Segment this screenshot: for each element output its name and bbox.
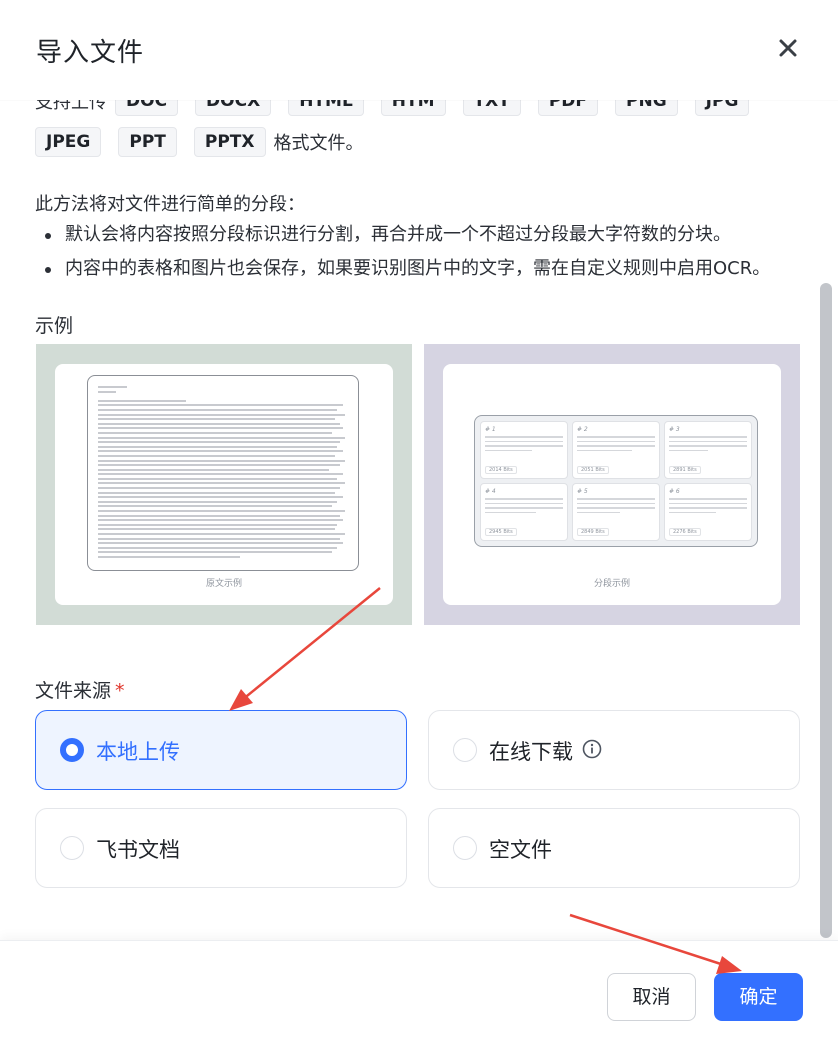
segment-number: # 4 (485, 488, 496, 495)
segment-size: 2276 Bits (669, 528, 701, 536)
dialog-header: 导入文件 (0, 0, 838, 100)
document-text-line (98, 505, 332, 508)
document-text-line (98, 386, 127, 388)
file-source-label: 文件来源 * (35, 676, 125, 703)
document-text-line (98, 390, 116, 393)
document-text-line (98, 441, 340, 444)
document-text-line (98, 519, 343, 522)
document-text-line (98, 514, 340, 517)
document-text-line (98, 422, 340, 425)
source-option-empty-file[interactable]: 空文件 (428, 808, 800, 888)
source-option-feishu-doc[interactable]: 飞书文档 (35, 808, 407, 888)
segment-example-caption: 分段示例 (593, 579, 630, 589)
source-option-label: 空文件 (489, 838, 552, 862)
document-text-line (98, 491, 335, 494)
document-text-line (98, 399, 186, 402)
document-text-line (98, 533, 346, 535)
original-example-card: 原文示例 (55, 364, 393, 605)
document-text-line (98, 510, 346, 513)
format-tag: PPT (118, 127, 177, 157)
document-text-line (98, 496, 343, 499)
document-text-line (98, 450, 343, 453)
document-text-line (98, 454, 335, 457)
document-text-line (98, 427, 343, 430)
segment-number: # 2 (577, 426, 588, 433)
document-text-line (98, 523, 338, 526)
segment-card: # 6 2276 Bits (664, 483, 752, 541)
segment-size: 2014 Bits (485, 466, 517, 474)
scrollbar[interactable] (820, 283, 832, 938)
source-option-online-download[interactable]: 在线下载 (428, 710, 800, 790)
source-option-local-upload[interactable]: 本地上传 (35, 710, 407, 790)
segment-number: # 3 (669, 426, 680, 433)
segment-card: # 5 2849 Bits (572, 483, 660, 541)
segment-number: # 5 (577, 488, 588, 495)
required-mark: * (115, 680, 125, 702)
document-text-line (98, 500, 338, 503)
document-text-line (98, 555, 240, 558)
document-text-line (98, 468, 330, 471)
segment-size: 2945 Bits (485, 528, 517, 536)
method-intro: 此方法将对文件进行简单的分段： (35, 194, 305, 215)
file-source-label-text: 文件来源 (35, 680, 112, 702)
document-text-line (98, 542, 343, 545)
document-text-line (98, 464, 340, 467)
segment-card: # 3 2891 Bits (664, 421, 752, 479)
document-text-line (98, 413, 346, 416)
format-tag: PPTX (193, 127, 266, 157)
document-text-line (98, 546, 338, 549)
document-text-line (98, 408, 338, 411)
segment-size: 2051 Bits (577, 466, 609, 474)
document-text-line (98, 537, 340, 540)
document-text-line (98, 431, 332, 434)
method-bullet: 内容中的表格和图片也会保存，如果要识别图片中的文字，需在自定义规则中启用OCR。 (45, 258, 770, 292)
segment-size: 2891 Bits (669, 466, 701, 474)
dialog-footer: 取消 确定 (0, 940, 838, 1048)
source-option-label: 在线下载 (489, 740, 573, 764)
radio-icon[interactable] (60, 836, 84, 860)
segment-card: # 4 2945 Bits (480, 483, 568, 541)
format-tag: JPEG (35, 127, 102, 157)
document-preview (87, 375, 359, 571)
document-text-line (98, 459, 346, 462)
segment-card: # 2 2051 Bits (572, 421, 660, 479)
radio-icon[interactable] (453, 836, 477, 860)
document-text-line (98, 436, 346, 439)
format-row-2: JPEG PPT PPTX 格式文件。 (35, 127, 364, 157)
document-text-line (98, 551, 332, 554)
document-text-line (98, 528, 335, 531)
segment-example-card: # 1 2014 Bits # 2 2051 Bits # 3 2891 Bits #… (443, 364, 781, 605)
segment-number: # 1 (485, 426, 496, 433)
segment-card: # 1 2014 Bits (480, 421, 568, 479)
source-option-label: 本地上传 (96, 740, 180, 764)
document-text-line (98, 482, 346, 485)
formats-suffix: 格式文件。 (273, 133, 364, 154)
document-text-line (98, 477, 338, 480)
segment-size: 2849 Bits (577, 528, 609, 536)
info-icon[interactable] (582, 739, 602, 759)
segment-grid: # 1 2014 Bits # 2 2051 Bits # 3 2891 Bits #… (474, 415, 758, 547)
original-example-panel: 原文示例 (36, 344, 412, 625)
radio-icon[interactable] (453, 738, 477, 762)
original-example-caption: 原文示例 (205, 579, 242, 589)
dialog-title: 导入文件 (36, 38, 145, 68)
document-text-line (98, 445, 338, 448)
method-bullets: 默认会将内容按照分段标识进行分割，再合并成一个不超过分段最大字符数的分块。 内容… (45, 224, 770, 292)
example-label: 示例 (35, 315, 74, 337)
document-text-line (98, 404, 343, 407)
source-option-label: 飞书文档 (96, 838, 180, 862)
cancel-button[interactable]: 取消 (607, 973, 696, 1021)
radio-selected-icon[interactable] (60, 738, 84, 762)
document-text-line (98, 473, 343, 476)
segment-example-panel: # 1 2014 Bits # 2 2051 Bits # 3 2891 Bits #… (424, 344, 800, 625)
method-bullet: 默认会将内容按照分段标识进行分割，再合并成一个不超过分段最大字符数的分块。 (45, 224, 770, 258)
dialog-body[interactable]: 支持上传 DOC DOCX HTML HTM TXT PDF PNG JPG J… (0, 80, 838, 940)
confirm-button[interactable]: 确定 (714, 973, 803, 1021)
close-icon[interactable] (776, 36, 800, 60)
document-text-line (98, 487, 340, 490)
document-text-line (98, 418, 335, 421)
segment-number: # 6 (669, 488, 680, 495)
